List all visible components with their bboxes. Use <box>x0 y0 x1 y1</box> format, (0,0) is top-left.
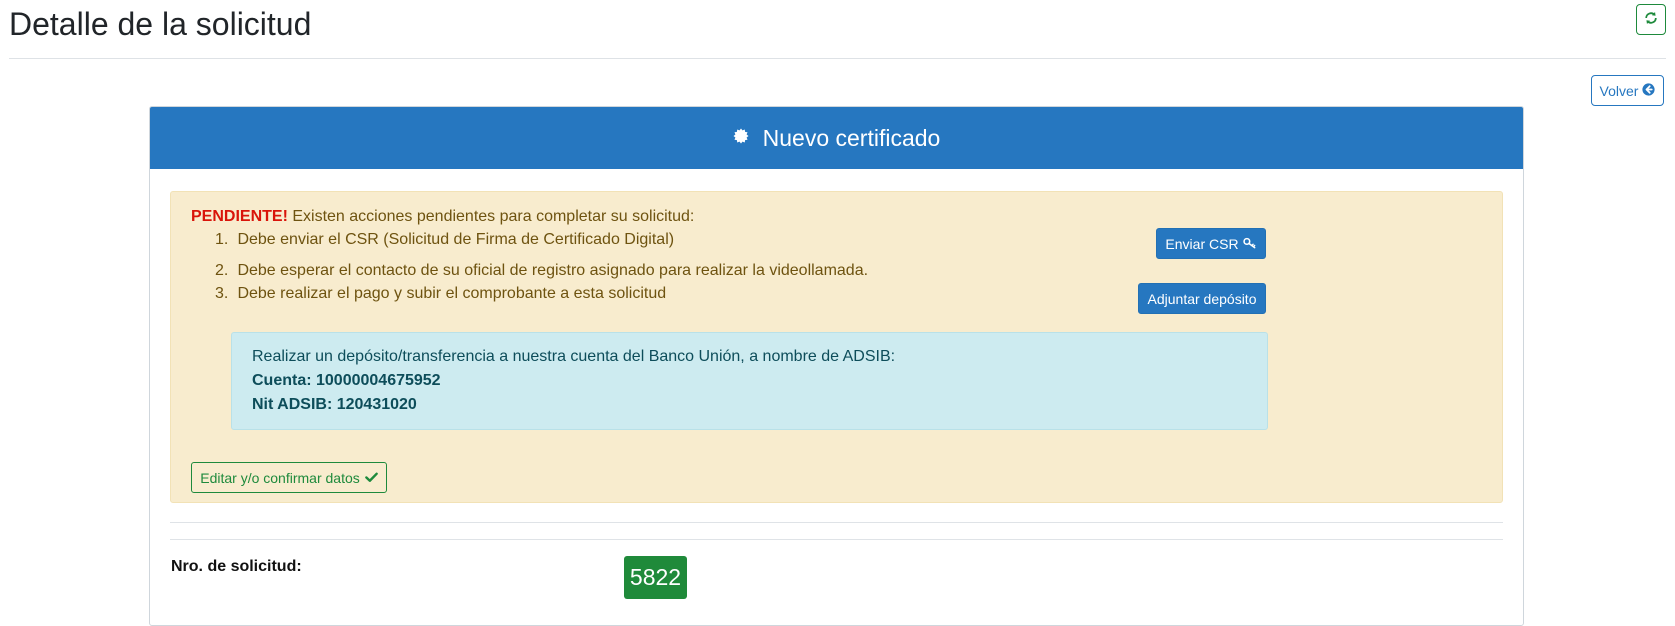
certificate-icon <box>733 128 749 149</box>
send-csr-label: Enviar CSR <box>1165 235 1239 252</box>
pending-message: PENDIENTE! Existen acciones pendientes p… <box>191 207 694 227</box>
request-number-label: Nro. de solicitud: <box>171 558 302 575</box>
back-button[interactable]: Volver <box>1591 75 1664 106</box>
deposit-info-box: Realizar un depósito/transferencia a nue… <box>231 332 1268 430</box>
card-header: Nuevo certificado <box>150 107 1523 169</box>
attach-deposit-button[interactable]: Adjuntar depósito <box>1138 283 1266 314</box>
arrow-circle-left-icon <box>1642 82 1656 99</box>
nit-number: Nit ADSIB: 120431020 <box>252 396 417 413</box>
divider <box>170 522 1503 523</box>
edit-confirm-label: Editar y/o confirmar datos <box>200 469 360 486</box>
step-item: 3. Debe realizar el pago y subir el comp… <box>215 285 667 302</box>
refresh-button[interactable] <box>1636 4 1666 35</box>
pending-text: Existen acciones pendientes para complet… <box>292 208 695 225</box>
check-icon <box>364 470 378 486</box>
step-item: 1. Debe enviar el CSR (Solicitud de Firm… <box>215 231 675 248</box>
step-item: 2. Debe esperar el contacto de su oficia… <box>215 262 869 279</box>
refresh-icon <box>1644 11 1658 28</box>
page-title: Detalle de la solicitud <box>9 6 312 42</box>
page-header: Detalle de la solicitud <box>9 0 1666 59</box>
divider <box>170 539 1503 540</box>
pending-alert: PENDIENTE! Existen acciones pendientes p… <box>170 191 1503 503</box>
back-label: Volver <box>1599 82 1639 99</box>
request-number-badge: 5822 <box>624 556 687 599</box>
deposit-info-text: Realizar un depósito/transferencia a nue… <box>252 348 896 365</box>
request-card: Nuevo certificado PENDIENTE! Existen acc… <box>149 106 1524 626</box>
edit-confirm-button[interactable]: Editar y/o confirmar datos <box>191 462 387 493</box>
send-csr-button[interactable]: Enviar CSR <box>1156 228 1266 259</box>
pending-strong: PENDIENTE! <box>191 208 288 225</box>
card-title: Nuevo certificado <box>762 125 941 151</box>
key-icon <box>1242 236 1257 252</box>
account-number: Cuenta: 10000004675952 <box>252 372 441 389</box>
